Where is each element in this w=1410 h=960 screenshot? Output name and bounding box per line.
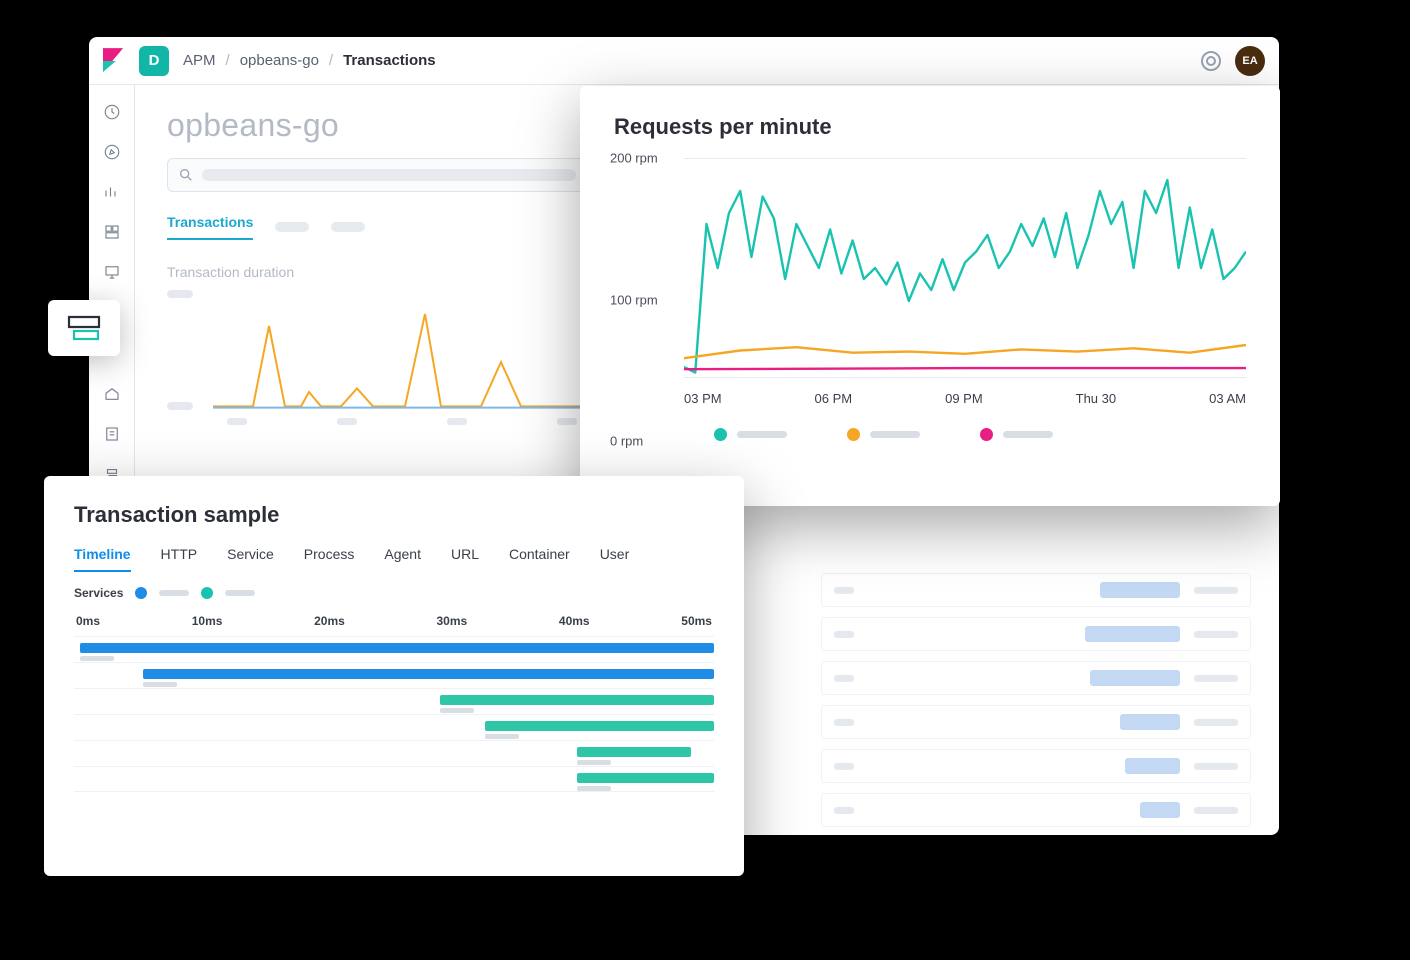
tab-http[interactable]: HTTP (161, 546, 198, 572)
tab-container[interactable]: Container (509, 546, 570, 572)
legend-orange[interactable] (847, 428, 920, 441)
timeline-row[interactable] (74, 766, 714, 792)
sample-title: Transaction sample (74, 502, 714, 528)
avatar-initials: EA (1242, 55, 1257, 67)
legend-magenta[interactable] (980, 428, 1053, 441)
tab-stub[interactable] (275, 222, 309, 232)
dashboard-icon[interactable] (103, 223, 121, 241)
service-stub (225, 590, 255, 596)
recent-icon[interactable] (103, 103, 121, 121)
service-stub (159, 590, 189, 596)
transaction-sample-panel: Transaction sample Timeline HTTP Service… (44, 476, 744, 876)
timeline-row[interactable] (74, 740, 714, 766)
timeline-row[interactable] (74, 714, 714, 740)
table-row[interactable] (821, 573, 1251, 607)
timeline-row[interactable] (74, 636, 714, 662)
tab-service[interactable]: Service (227, 546, 274, 572)
tab-stub[interactable] (331, 222, 365, 232)
tab-agent[interactable]: Agent (384, 546, 421, 572)
span-bar[interactable] (577, 773, 714, 783)
apm-chip-icon (66, 313, 102, 343)
span-bar[interactable] (577, 747, 691, 757)
span-label-stub (485, 734, 519, 739)
rpm-xtick: Thu 30 (1076, 391, 1116, 406)
rpm-chart: 200 rpm 100 rpm 0 rpm 03 PM 06 PM 09 PM … (614, 158, 1246, 441)
y-tick-stub (167, 290, 193, 298)
help-icon[interactable] (1201, 51, 1221, 71)
kibana-logo-icon (103, 48, 125, 74)
span-bar[interactable] (440, 695, 714, 705)
rpm-ytick: 0 rpm (610, 434, 643, 449)
search-placeholder-stub (202, 169, 576, 181)
table-row[interactable] (821, 793, 1251, 827)
tab-timeline[interactable]: Timeline (74, 546, 131, 572)
tab-user[interactable]: User (600, 546, 630, 572)
rpm-xtick: 03 AM (1209, 391, 1246, 406)
table-row[interactable] (821, 617, 1251, 651)
space-badge[interactable]: D (139, 46, 169, 76)
rpm-xtick: 06 PM (815, 391, 853, 406)
sample-tabs: Timeline HTTP Service Process Agent URL … (74, 546, 714, 572)
service-dot-teal[interactable] (201, 587, 213, 599)
search-icon (178, 167, 194, 183)
duration-sparkline (213, 290, 613, 410)
space-initial: D (149, 52, 160, 69)
search-input[interactable] (167, 158, 587, 192)
service-dot-blue[interactable] (135, 587, 147, 599)
rpm-title: Requests per minute (614, 114, 1246, 140)
span-bar[interactable] (485, 721, 714, 731)
rpm-legend (614, 428, 1246, 441)
span-label-stub (80, 656, 114, 661)
span-bar[interactable] (143, 669, 714, 679)
timeline-row[interactable] (74, 688, 714, 714)
rpm-ytick: 200 rpm (610, 151, 658, 166)
time-tick: 20ms (314, 614, 345, 628)
breadcrumb-apm[interactable]: APM (183, 52, 216, 69)
logs-icon[interactable] (103, 425, 121, 443)
table-row[interactable] (821, 705, 1251, 739)
table-row[interactable] (821, 749, 1251, 783)
time-tick: 10ms (192, 614, 223, 628)
breadcrumb-sep: / (226, 52, 230, 69)
infrastructure-icon[interactable] (103, 385, 121, 403)
rpm-xtick: 03 PM (684, 391, 722, 406)
tab-process[interactable]: Process (304, 546, 355, 572)
timeline-row[interactable] (74, 662, 714, 688)
tab-transactions[interactable]: Transactions (167, 214, 253, 240)
compass-icon[interactable] (103, 143, 121, 161)
services-label: Services (74, 586, 123, 600)
time-tick: 0ms (76, 614, 100, 628)
requests-per-minute-panel: Requests per minute 200 rpm 100 rpm 0 rp… (580, 86, 1280, 506)
span-label-stub (440, 708, 474, 713)
time-tick: 50ms (681, 614, 712, 628)
background-rows (821, 573, 1251, 835)
breadcrumb-sep: / (329, 52, 333, 69)
services-legend: Services (74, 586, 714, 600)
timeline-gantt (74, 636, 714, 792)
titlebar: D APM / opbeans-go / Transactions EA (89, 37, 1279, 85)
time-scale: 0ms 10ms 20ms 30ms 40ms 50ms (74, 614, 714, 628)
rpm-x-axis: 03 PM 06 PM 09 PM Thu 30 03 AM (614, 391, 1246, 406)
rpm-svg (684, 158, 1246, 378)
breadcrumb-current: Transactions (343, 52, 436, 69)
avatar[interactable]: EA (1235, 46, 1265, 76)
table-row[interactable] (821, 661, 1251, 695)
floating-nav-chip[interactable] (48, 300, 120, 356)
rpm-ytick: 100 rpm (610, 292, 658, 307)
legend-teal[interactable] (714, 428, 787, 441)
span-label-stub (143, 682, 177, 687)
span-bar[interactable] (80, 643, 714, 653)
span-label-stub (577, 786, 611, 791)
time-tick: 30ms (437, 614, 468, 628)
span-label-stub (577, 760, 611, 765)
breadcrumb-service[interactable]: opbeans-go (240, 52, 319, 69)
breadcrumb: APM / opbeans-go / Transactions (183, 52, 436, 69)
y-tick-stub (167, 402, 193, 410)
rpm-xtick: 09 PM (945, 391, 983, 406)
tab-url[interactable]: URL (451, 546, 479, 572)
canvas-icon[interactable] (103, 263, 121, 281)
time-tick: 40ms (559, 614, 590, 628)
visualize-icon[interactable] (103, 183, 121, 201)
